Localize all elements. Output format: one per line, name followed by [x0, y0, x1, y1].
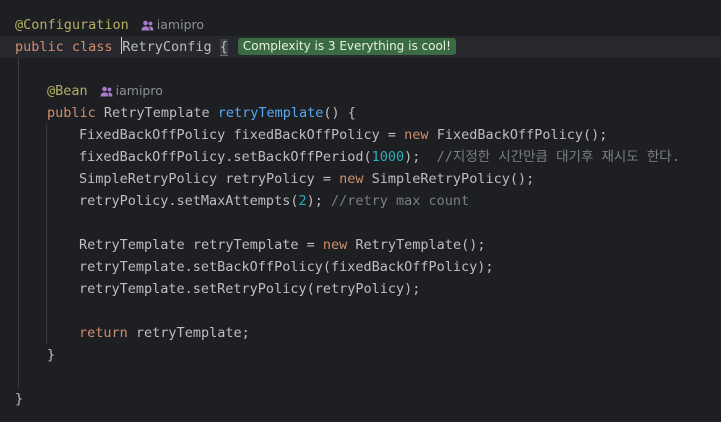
- code-comment: //지정한 시간만큼 대기후 재시도 한다.: [436, 149, 680, 165]
- users-icon: [100, 86, 113, 97]
- code-line-18[interactable]: }: [15, 388, 23, 410]
- class-name: RetryConfig: [122, 39, 212, 55]
- code-line-16[interactable]: }: [47, 344, 55, 366]
- complexity-badge[interactable]: Complexity is 3 Everything is cool!: [237, 38, 456, 55]
- author-inlay-hint[interactable]: iamipro: [141, 17, 204, 32]
- matched-brace: {: [219, 39, 228, 56]
- code-line-6[interactable]: FixedBackOffPolicy fixedBackOffPolicy = …: [79, 124, 607, 146]
- indent-guide-method: [46, 124, 47, 344]
- indent-guide-class: [18, 58, 19, 388]
- code-line-7[interactable]: fixedBackOffPolicy.setBackOffPeriod(1000…: [79, 146, 680, 168]
- code-line-15[interactable]: return retryTemplate;: [79, 322, 250, 344]
- code-line-2[interactable]: public class RetryConfig {Complexity is …: [15, 36, 456, 58]
- code-line-5[interactable]: public RetryTemplate retryTemplate() {: [47, 102, 356, 124]
- code-line-8[interactable]: SimpleRetryPolicy retryPolicy = new Simp…: [79, 168, 534, 190]
- code-line-1[interactable]: @Configuration iamipro: [15, 14, 204, 36]
- code-comment: //retry max count: [331, 193, 470, 209]
- code-line-4[interactable]: @Bean iamipro: [47, 80, 163, 102]
- author-inlay-hint[interactable]: iamipro: [100, 83, 163, 98]
- code-line-12[interactable]: retryTemplate.setBackOffPolicy(fixedBack…: [79, 256, 494, 278]
- users-icon: [141, 20, 154, 31]
- method-name: retryTemplate: [217, 105, 324, 121]
- code-line-13[interactable]: retryTemplate.setRetryPolicy(retryPolicy…: [79, 278, 420, 300]
- code-line-9[interactable]: retryPolicy.setMaxAttempts(2); //retry m…: [79, 190, 469, 212]
- code-line-11[interactable]: RetryTemplate retryTemplate = new RetryT…: [79, 234, 485, 256]
